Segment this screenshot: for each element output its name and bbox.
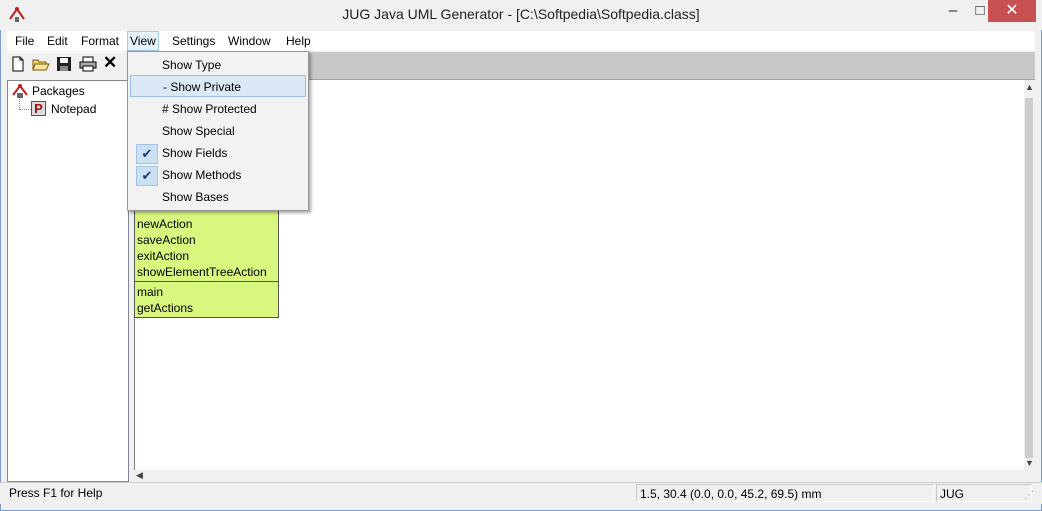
method-main: main <box>137 285 164 299</box>
uml-class-box[interactable]: openAction newAction saveAction exitActi… <box>134 200 279 318</box>
tree-root-label[interactable]: Packages <box>32 84 85 98</box>
checkmark-icon: ✔ <box>136 166 158 186</box>
class-separator <box>135 281 278 282</box>
print-icon[interactable] <box>79 56 97 72</box>
package-tree[interactable] <box>7 80 129 482</box>
field-saveaction: saveAction <box>137 233 196 247</box>
menu-edit[interactable]: Edit <box>45 33 70 51</box>
menu-item-show-fields[interactable]: ✔ Show Fields <box>130 142 306 164</box>
menu-item-label: Show Fields <box>162 146 228 160</box>
menu-help[interactable]: Help <box>284 33 313 51</box>
packages-icon <box>11 83 29 99</box>
package-icon: P <box>31 101 46 116</box>
field-showelementtreeaction: showElementTreeAction <box>137 265 267 279</box>
menu-item-label: Show Special <box>162 124 235 138</box>
menu-item-label: # Show Protected <box>162 102 257 116</box>
menu-item-label: Show Methods <box>162 168 242 182</box>
menu-item-show-bases[interactable]: Show Bases <box>130 186 306 208</box>
open-folder-icon[interactable] <box>32 56 50 72</box>
window-title: JUG Java UML Generator - [C:\Softpedia\S… <box>342 6 700 22</box>
vertical-scroll-thumb[interactable] <box>1025 98 1033 458</box>
menu-bar <box>7 31 1035 51</box>
menu-item-label: Show Bases <box>162 190 229 204</box>
menu-window[interactable]: Window <box>226 33 273 51</box>
menu-view[interactable]: View <box>127 31 159 51</box>
status-app-name: JUG <box>936 484 1032 502</box>
resize-grip-icon[interactable]: ⋰ <box>1024 490 1036 502</box>
menu-item-show-private[interactable]: - Show Private <box>130 75 306 97</box>
menu-item-show-methods[interactable]: ✔ Show Methods <box>130 164 306 186</box>
scroll-up-icon[interactable]: ▲ <box>1024 82 1035 94</box>
menu-settings[interactable]: Settings <box>170 33 217 51</box>
scroll-down-icon[interactable]: ▼ <box>1024 458 1035 470</box>
close-button[interactable]: ✕ <box>988 0 1036 22</box>
save-icon[interactable] <box>56 56 74 72</box>
view-menu-dropdown: Show Type - Show Private # Show Protecte… <box>127 51 309 211</box>
menu-item-show-type[interactable]: Show Type <box>130 54 306 76</box>
close-document-icon[interactable]: ✕ <box>103 53 121 72</box>
scroll-left-icon[interactable]: ◀ <box>136 470 146 482</box>
menu-file[interactable]: File <box>13 33 36 51</box>
menu-format[interactable]: Format <box>79 33 121 51</box>
status-help-text: Press F1 for Help <box>9 486 103 500</box>
menu-item-label: Show Type <box>162 58 222 72</box>
tree-item-notepad[interactable]: Notepad <box>51 102 96 116</box>
method-getactions: getActions <box>137 301 194 315</box>
field-exitaction: exitAction <box>137 249 190 263</box>
field-newaction: newAction <box>137 217 193 231</box>
menu-item-show-protected[interactable]: # Show Protected <box>130 98 306 120</box>
menu-item-label: - Show Private <box>163 80 242 94</box>
checkmark-icon: ✔ <box>136 144 158 164</box>
new-file-icon[interactable] <box>10 56 28 72</box>
menu-item-show-special[interactable]: Show Special <box>130 120 306 142</box>
status-coordinates: 1.5, 30.4 (0.0, 0.0, 45.2, 69.5) mm <box>636 484 934 502</box>
tree-connector <box>19 99 31 110</box>
horizontal-scrollbar[interactable] <box>134 470 1024 482</box>
